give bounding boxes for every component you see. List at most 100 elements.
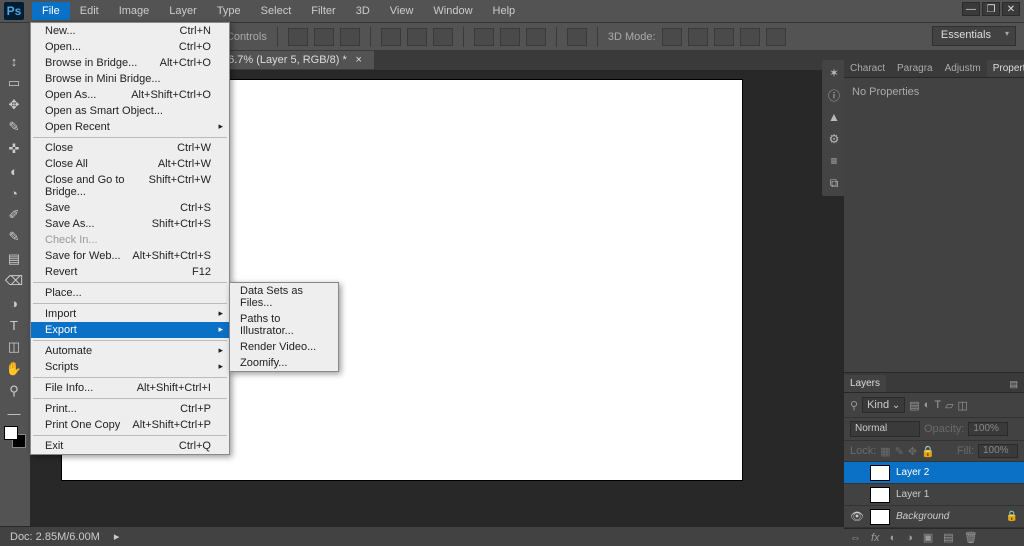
kind-filter[interactable]: Kind ⌄ [862, 397, 905, 413]
menu-image[interactable]: Image [109, 2, 160, 20]
tool-12[interactable]: T [0, 314, 28, 336]
file-menu-exit[interactable]: ExitCtrl+Q [31, 438, 229, 454]
file-menu-open-as[interactable]: Open As...Alt+Shift+Ctrl+O [31, 87, 229, 103]
panel-menu-icon[interactable]: ▤ [1003, 377, 1024, 392]
menu-help[interactable]: Help [483, 2, 526, 20]
tool-15[interactable]: ⚲ [0, 380, 28, 402]
dist-btn[interactable] [474, 28, 494, 46]
3d-btn[interactable] [714, 28, 734, 46]
lock-trans-icon[interactable]: ▦ [880, 445, 890, 458]
file-menu-open-as-smart-object[interactable]: Open as Smart Object... [31, 103, 229, 119]
export-paths-to-illustrator[interactable]: Paths to Illustrator... [230, 311, 338, 339]
trash-icon[interactable]: 🗑 [964, 531, 978, 544]
file-menu-save[interactable]: SaveCtrl+S [31, 200, 229, 216]
tab-close-icon[interactable]: × [356, 54, 362, 66]
new-layer-icon[interactable]: ▤ [943, 531, 953, 544]
color-swatches[interactable] [4, 426, 26, 448]
3d-btn[interactable] [662, 28, 682, 46]
file-menu-print[interactable]: Print...Ctrl+P [31, 401, 229, 417]
tool-0[interactable]: ↕ [0, 50, 28, 72]
file-menu-revert[interactable]: RevertF12 [31, 264, 229, 280]
3d-btn[interactable] [740, 28, 760, 46]
menu-3d[interactable]: 3D [346, 2, 380, 20]
file-menu-browse-in-bridge[interactable]: Browse in Bridge...Alt+Ctrl+O [31, 55, 229, 71]
file-menu-scripts[interactable]: Scripts▸ [31, 359, 229, 375]
file-menu-import[interactable]: Import▸ [31, 306, 229, 322]
tool-4[interactable]: ✜ [0, 138, 28, 160]
tool-13[interactable]: ◫ [0, 336, 28, 358]
filter-type-icon[interactable]: T [934, 399, 941, 411]
tool-11[interactable]: ◑ [0, 292, 28, 314]
panel-icon-3[interactable]: ⚙ [825, 130, 843, 148]
menu-view[interactable]: View [380, 2, 424, 20]
menu-layer[interactable]: Layer [159, 2, 207, 20]
file-menu-close[interactable]: CloseCtrl+W [31, 140, 229, 156]
lock-pos-icon[interactable]: ✥ [908, 445, 917, 458]
panel-icon-1[interactable]: ⓘ [825, 86, 843, 104]
visibility-icon[interactable]: 👁 [850, 510, 864, 523]
align-btn[interactable] [288, 28, 308, 46]
file-menu-close-all[interactable]: Close AllAlt+Ctrl+W [31, 156, 229, 172]
3d-btn[interactable] [688, 28, 708, 46]
layer-item[interactable]: 👁Background🔒 [844, 506, 1024, 528]
layer-item[interactable]: Layer 1 [844, 484, 1024, 506]
3d-btn[interactable] [766, 28, 786, 46]
file-menu-browse-in-mini-bridge[interactable]: Browse in Mini Bridge... [31, 71, 229, 87]
filter-smart-icon[interactable]: ◫ [958, 399, 968, 412]
file-menu-close-and-go-to-bridge[interactable]: Close and Go to Bridge...Shift+Ctrl+W [31, 172, 229, 200]
tab-paragra[interactable]: Paragra [891, 60, 939, 77]
align-btn[interactable] [433, 28, 453, 46]
file-menu-save-as[interactable]: Save As...Shift+Ctrl+S [31, 216, 229, 232]
align-btn[interactable] [381, 28, 401, 46]
blend-mode-select[interactable]: Normal [850, 421, 920, 437]
tool-6[interactable]: ◔ [0, 182, 28, 204]
mask-icon[interactable]: ◐ [890, 532, 897, 544]
file-menu-open-recent[interactable]: Open Recent▸ [31, 119, 229, 135]
filter-shape-icon[interactable]: ▱ [945, 399, 953, 412]
file-menu-export[interactable]: Export▸ [31, 322, 229, 338]
opacity-value[interactable]: 100% [968, 422, 1008, 436]
align-btn[interactable] [407, 28, 427, 46]
minimize-button[interactable]: — [962, 2, 980, 16]
menu-file[interactable]: File [32, 2, 70, 20]
workspace-selector[interactable]: Essentials [932, 26, 1016, 46]
export-zoomify[interactable]: Zoomify... [230, 355, 338, 371]
fx-icon[interactable]: fx [871, 532, 880, 544]
tool-14[interactable]: ✋ [0, 358, 28, 380]
panel-icon-5[interactable]: ⧉ [825, 174, 843, 192]
tab-properties[interactable]: Properties [987, 60, 1024, 77]
document-tab[interactable]: 66.7% (Layer 5, RGB/8) * × [210, 51, 374, 69]
lock-all-icon[interactable]: 🔒 [921, 445, 935, 458]
adjustment-icon[interactable]: ◑ [906, 532, 913, 544]
menu-type[interactable]: Type [207, 2, 251, 20]
filter-pixel-icon[interactable]: ▤ [909, 399, 919, 412]
menu-window[interactable]: Window [423, 2, 482, 20]
file-menu-new[interactable]: New...Ctrl+N [31, 23, 229, 39]
tool-10[interactable]: ⌫ [0, 270, 28, 292]
tool-8[interactable]: ✎ [0, 226, 28, 248]
tool-5[interactable]: ◐ [0, 160, 28, 182]
dist-btn[interactable] [500, 28, 520, 46]
panel-icon-0[interactable]: ✶ [825, 64, 843, 82]
close-button[interactable]: ✕ [1002, 2, 1020, 16]
link-layers-icon[interactable]: ⇔ [850, 532, 861, 544]
file-menu-print-one-copy[interactable]: Print One CopyAlt+Shift+Ctrl+P [31, 417, 229, 433]
align-btn[interactable] [340, 28, 360, 46]
tab-charact[interactable]: Charact [844, 60, 891, 77]
menu-select[interactable]: Select [251, 2, 302, 20]
maximize-button[interactable]: ❐ [982, 2, 1000, 16]
dist-btn[interactable] [526, 28, 546, 46]
file-menu-open[interactable]: Open...Ctrl+O [31, 39, 229, 55]
tab-layers[interactable]: Layers [844, 375, 886, 392]
tool-7[interactable]: ✐ [0, 204, 28, 226]
tool-3[interactable]: ✎ [0, 116, 28, 138]
export-data-sets-as-files[interactable]: Data Sets as Files... [230, 283, 338, 311]
menu-edit[interactable]: Edit [70, 2, 109, 20]
tool-9[interactable]: ▤ [0, 248, 28, 270]
file-menu-place[interactable]: Place... [31, 285, 229, 301]
export-render-video[interactable]: Render Video... [230, 339, 338, 355]
panel-icon-4[interactable]: ≡ [825, 152, 843, 170]
file-menu-automate[interactable]: Automate▸ [31, 343, 229, 359]
file-menu-file-info[interactable]: File Info...Alt+Shift+Ctrl+I [31, 380, 229, 396]
group-icon[interactable]: ▣ [923, 531, 933, 544]
